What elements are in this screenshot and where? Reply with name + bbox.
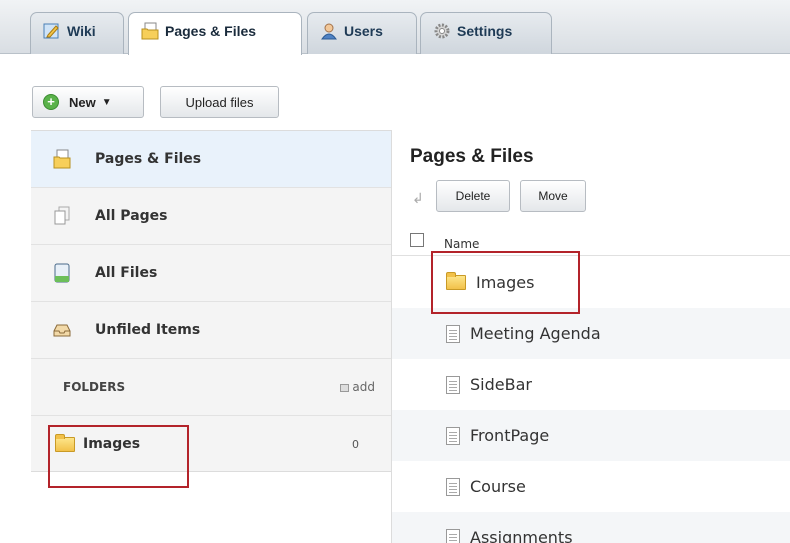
sidebar-item-all-pages[interactable]: All Pages <box>31 188 391 245</box>
highlight-box-main-images <box>431 251 580 314</box>
sidebar: Pages & Files All Pages All Files Unfile… <box>31 130 391 472</box>
row-name[interactable]: Course <box>470 477 526 496</box>
wiki-pencil-icon <box>43 22 61 40</box>
row-name[interactable]: SideBar <box>470 375 532 394</box>
row-name[interactable]: Meeting Agenda <box>470 324 601 343</box>
highlight-box-sidebar-images <box>48 425 189 488</box>
folders-heading: FOLDERS add <box>31 359 391 416</box>
document-icon <box>446 426 460 445</box>
row-name[interactable]: FrontPage <box>470 426 549 445</box>
tab-label: Wiki <box>67 23 96 39</box>
tab-settings[interactable]: Settings <box>420 12 552 54</box>
tab-label: Settings <box>457 23 513 39</box>
tab-users[interactable]: Users <box>307 12 417 54</box>
sidebar-item-label: Unfiled Items <box>95 322 201 338</box>
sidebar-item-label: All Files <box>95 265 158 281</box>
upload-files-button[interactable]: Upload files <box>160 86 279 118</box>
sidebar-item-label: Pages & Files <box>95 151 202 167</box>
sidebar-item-unfiled-items[interactable]: Unfiled Items <box>31 302 391 359</box>
table-row[interactable]: Meeting Agenda <box>392 308 790 359</box>
add-plus-icon: + <box>43 94 59 110</box>
undo-arrow-icon[interactable]: ↲ <box>412 190 424 207</box>
column-name-header[interactable]: Name <box>444 237 479 251</box>
document-icon <box>446 324 460 343</box>
sidebar-item-pages-files[interactable]: Pages & Files <box>31 131 391 188</box>
new-button[interactable]: + New ▼ <box>32 86 144 118</box>
document-icon <box>446 375 460 394</box>
folder-count: 0 <box>352 437 359 451</box>
sidebar-item-label: All Pages <box>95 208 168 224</box>
document-icon <box>446 528 460 543</box>
move-button[interactable]: Move <box>520 180 586 212</box>
folders-heading-label: FOLDERS <box>63 380 126 394</box>
table-row[interactable]: Course <box>392 461 790 512</box>
tab-label: Users <box>344 23 383 39</box>
tab-bar: Wiki Pages & Files Users Settings <box>0 0 790 55</box>
all-files-icon <box>53 263 71 283</box>
table-row[interactable]: Assignments <box>392 512 790 543</box>
pages-files-icon <box>141 22 159 40</box>
delete-button[interactable]: Delete <box>436 180 510 212</box>
main-panel: Pages & Files ↲ Delete Move Name Images … <box>391 130 790 543</box>
add-folder-label: add <box>352 380 375 394</box>
add-folder-link[interactable]: add <box>340 359 375 416</box>
table-row[interactable]: SideBar <box>392 359 790 410</box>
users-icon <box>320 22 338 40</box>
pages-files-icon <box>53 149 71 169</box>
inbox-tray-icon <box>53 320 71 340</box>
new-button-label: New <box>69 94 96 110</box>
add-square-icon <box>340 384 350 392</box>
tab-wiki[interactable]: Wiki <box>30 12 124 54</box>
select-all-checkbox[interactable] <box>410 233 424 247</box>
tab-pages-files[interactable]: Pages & Files <box>128 12 302 55</box>
caret-down-icon: ▼ <box>101 96 112 108</box>
page-title: Pages & Files <box>410 146 534 167</box>
document-icon <box>446 477 460 496</box>
sidebar-item-all-files[interactable]: All Files <box>31 245 391 302</box>
settings-gear-icon <box>433 22 451 40</box>
table-row[interactable]: FrontPage <box>392 410 790 461</box>
tab-label: Pages & Files <box>165 23 257 39</box>
row-name[interactable]: Assignments <box>470 528 573 543</box>
all-pages-icon <box>53 206 71 226</box>
